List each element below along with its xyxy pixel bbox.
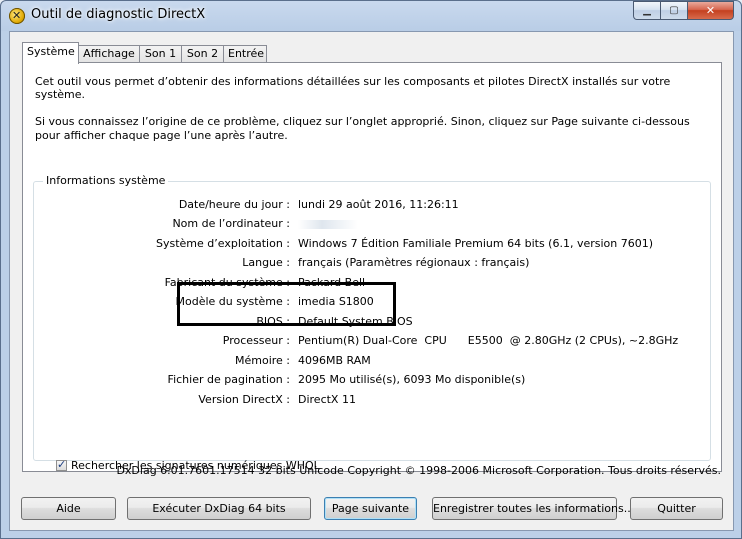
next-page-button[interactable]: Page suivante [324,497,417,520]
directx-icon [9,8,25,24]
row-label: Langue : [242,256,290,269]
row-directx-version: Version DirectX : DirectX 11 [34,393,710,409]
window-title: Outil de diagnostic DirectX [31,7,206,22]
minimize-button[interactable]: ▁ [633,1,661,20]
tab-panel-systeme: Cet outil vous permet d’obtenir des info… [22,62,722,472]
row-value: Windows 7 Édition Familiale Premium 64 b… [298,237,654,250]
close-button[interactable]: ✕ [687,1,734,20]
button-bar: Aide Exécuter DxDiag 64 bits Page suivan… [10,497,733,523]
row-value: 4096MB RAM [298,354,371,367]
tab-son-2[interactable]: Son 2 [181,45,224,63]
tab-affichage[interactable]: Affichage [78,45,140,63]
row-value: français (Paramètres régionaux : françai… [298,256,530,269]
row-label: Version DirectX : [198,393,290,406]
row-value: DirectX 11 [298,393,356,406]
row-label: Processeur : [222,334,290,347]
row-label: Fichier de pagination : [167,373,290,386]
row-label: Nom de l’ordinateur : [172,217,290,230]
row-os: Système d’exploitation : Windows 7 Éditi… [34,237,710,253]
tab-son-1[interactable]: Son 1 [139,45,182,63]
row-computer-name: Nom de l’ordinateur : [34,217,710,233]
row-label: Date/heure du jour : [178,198,290,211]
row-value: lundi 29 août 2016, 11:26:11 [298,198,459,211]
maximize-button[interactable]: ▢ [660,1,688,20]
redacted-mark [298,219,358,229]
row-date: Date/heure du jour : lundi 29 août 2016,… [34,198,710,214]
copyright-text: DxDiag 6.01.7601.17514 32 bits Unicode C… [116,464,721,477]
whql-checkbox[interactable] [56,458,67,471]
tab-entree[interactable]: Entrée [223,45,267,63]
row-page-file: Fichier de pagination : 2095 Mo utilisé(… [34,373,710,389]
row-value-redacted [298,217,358,230]
run-64bit-button[interactable]: Exécuter DxDiag 64 bits [127,497,311,520]
tab-systeme[interactable]: Système [22,42,79,64]
client-area: Système Affichage Son 1 Son 2 Entrée Cet… [9,31,734,531]
title-bar[interactable]: Outil de diagnostic DirectX ▁ ▢ ✕ [1,1,741,29]
row-value: 2095 Mo utilisé(s), 6093 Mo disponible(s… [298,373,526,386]
row-value: Pentium(R) Dual-Core CPU E5500 @ 2.80GHz… [298,334,679,347]
intro-instructions: Si vous connaissez l’origine de ce probl… [35,115,690,142]
annotation-highlight-box [177,282,396,326]
intro-text: Cet outil vous permet d’obtenir des info… [35,75,671,101]
row-label: Système d’exploitation : [156,237,290,250]
row-memory: Mémoire : 4096MB RAM [34,354,710,370]
system-info-group: Informations système Date/heure du jour … [33,174,711,472]
row-language: Langue : français (Paramètres régionaux … [34,256,710,272]
help-button[interactable]: Aide [21,497,116,520]
group-label: Informations système [43,174,169,187]
dxdiag-window: Outil de diagnostic DirectX ▁ ▢ ✕ Systèm… [0,0,742,539]
row-label: Mémoire : [234,354,290,367]
save-all-info-button[interactable]: Enregistrer toutes les informations... [432,497,634,520]
row-processor: Processeur : Pentium(R) Dual-Core CPU E5… [34,334,710,350]
quit-button[interactable]: Quitter [630,497,723,520]
